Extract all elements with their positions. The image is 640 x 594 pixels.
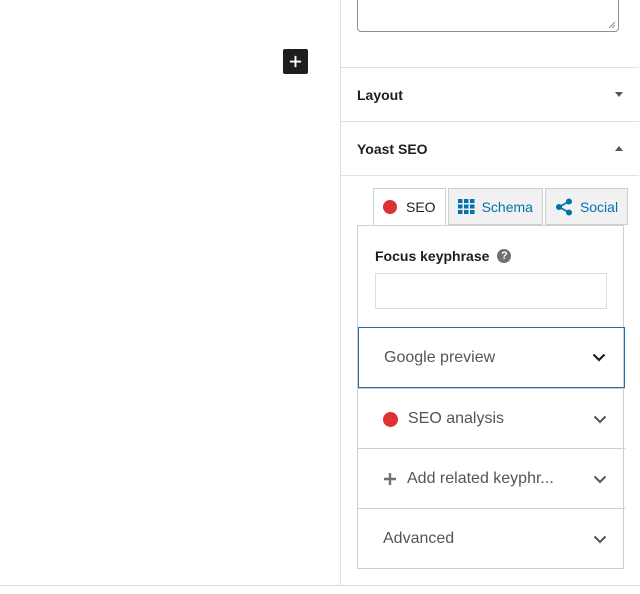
panel-yoast-toggle[interactable]: Yoast SEO (341, 121, 639, 175)
google-preview-toggle[interactable]: Google preview (358, 327, 625, 388)
tab-seo[interactable]: SEO (373, 188, 446, 226)
settings-sidebar: Layout Yoast SEO SEO Schema Social Focus… (340, 0, 640, 585)
add-block-button[interactable] (283, 49, 308, 74)
seo-score-dot-icon (383, 200, 397, 214)
plus-icon (384, 473, 396, 485)
footer-divider (0, 585, 640, 586)
yoast-seo-panel: Focus keyphrase ? Google preview SEO ana… (357, 225, 625, 569)
section-label: Advanced (383, 530, 455, 547)
divider (341, 175, 639, 176)
tab-label: SEO (406, 199, 436, 215)
panel-layout-toggle[interactable]: Layout (341, 67, 639, 121)
advanced-toggle[interactable]: Advanced (358, 508, 625, 569)
panel-title: Layout (357, 86, 403, 103)
tab-label: Social (579, 198, 619, 215)
chevron-down-icon (593, 535, 607, 543)
resize-grip-icon[interactable] (608, 21, 616, 29)
help-icon[interactable]: ? (497, 249, 512, 263)
caret-up-icon (615, 146, 623, 151)
grid-icon (457, 199, 475, 214)
plus-icon (289, 55, 302, 68)
chevron-down-icon (593, 415, 607, 423)
focus-keyphrase-input[interactable] (375, 273, 607, 309)
caret-down-icon (615, 92, 623, 97)
section-label: Add related keyphr... (407, 470, 554, 487)
chevron-down-icon (593, 475, 607, 483)
editor-canvas (0, 0, 340, 585)
focus-keyphrase-text: Focus keyphrase (375, 248, 490, 264)
excerpt-textarea[interactable] (357, 0, 619, 32)
section-label: Google preview (384, 348, 496, 366)
yoast-tabs: SEO Schema Social (373, 188, 630, 226)
chevron-down-icon (592, 353, 606, 362)
panel-title: Yoast SEO (357, 140, 428, 157)
tab-label: Schema (481, 198, 533, 215)
tab-schema[interactable]: Schema (447, 188, 543, 225)
seo-analysis-toggle[interactable]: SEO analysis (358, 388, 625, 449)
focus-keyphrase-label: Focus keyphrase ? (375, 248, 512, 264)
add-related-keyphrase-toggle[interactable]: Add related keyphr... (358, 448, 625, 509)
share-icon (555, 198, 572, 215)
section-label: SEO analysis (408, 410, 505, 427)
tab-social[interactable]: Social (544, 188, 629, 225)
seo-analysis-status-icon (383, 411, 398, 427)
